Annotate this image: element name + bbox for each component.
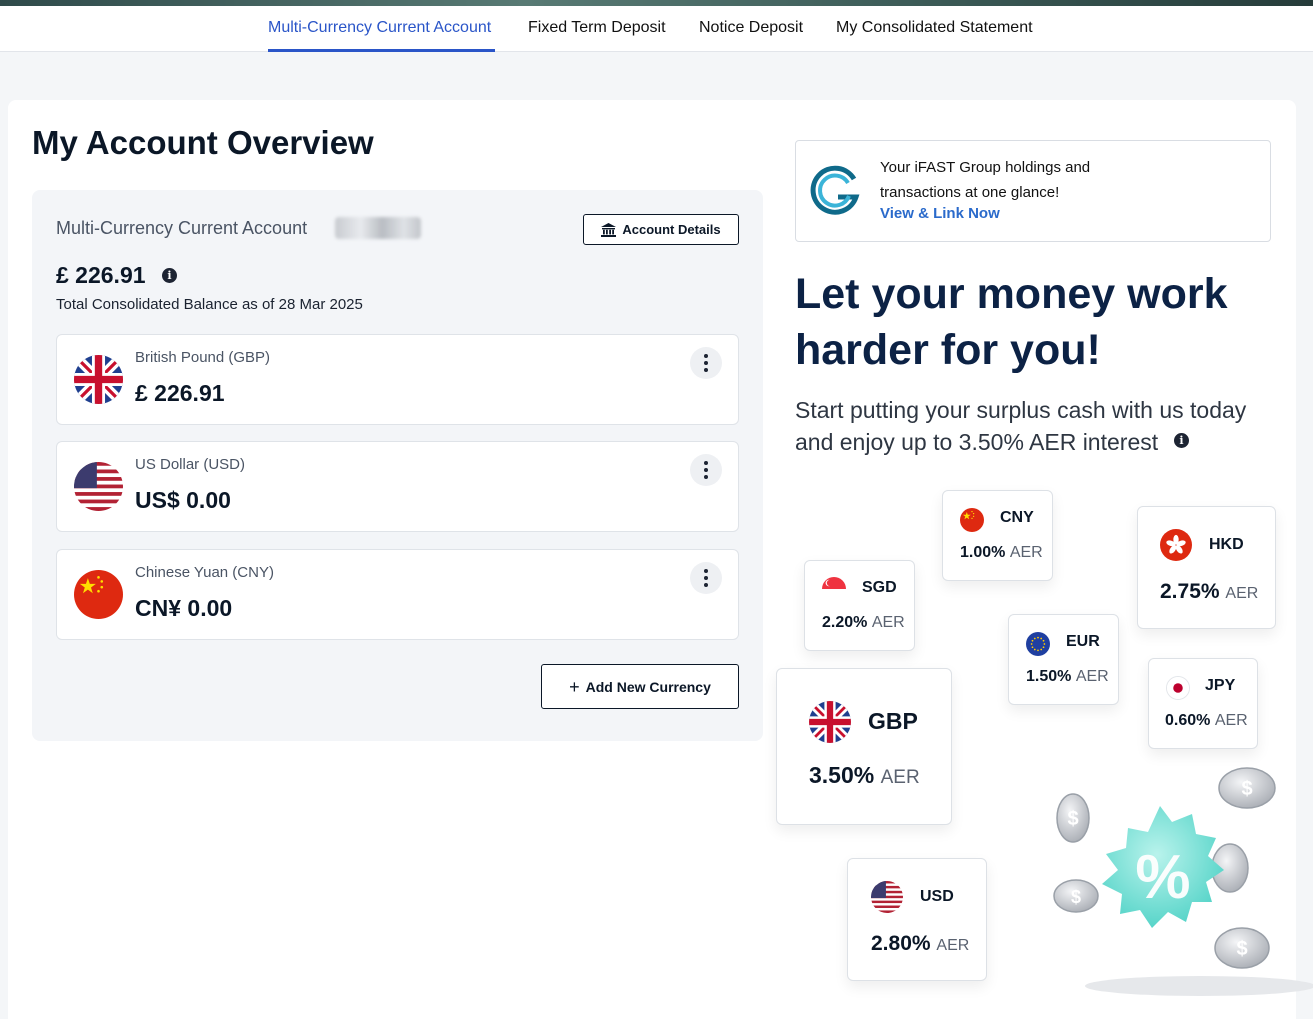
page-title: My Account Overview [32,124,374,161]
currency-label: British Pound (GBP) [135,349,271,366]
tab-my-consolidated-statement[interactable]: My Consolidated Statement [836,19,1033,37]
rate-card-jpy: JPY 0.60% AER [1148,658,1258,749]
aer-label: AER [880,767,920,788]
subheadline-line: Start putting your surplus cash with us … [795,397,1247,423]
rate-code: USD [920,888,954,905]
rate-value: 1.50% AER [1026,668,1109,686]
us-flag-icon [74,462,123,511]
svg-text:$: $ [1067,808,1078,830]
svg-text:%: % [1135,843,1190,912]
total-balance: £ 226.91 [56,262,146,288]
svg-text:$: $ [1236,938,1247,960]
rate-card-gbp: GBP 3.50% AER [776,668,952,825]
promo-text: Your iFAST Group holdings and transactio… [880,155,1090,205]
rate-percent: 2.20% [822,614,868,631]
more-options-icon[interactable] [690,562,722,594]
hk-flag-icon [1160,529,1192,561]
rate-card-usd: USD 2.80% AER [847,858,987,981]
jp-flag-icon [1166,676,1190,700]
uk-flag-icon [809,701,851,743]
add-new-currency-button[interactable]: + Add New Currency [541,664,739,709]
eu-flag-icon [1026,632,1050,656]
info-icon[interactable]: i [162,268,177,283]
tab-fixed-term-deposit[interactable]: Fixed Term Deposit [528,19,666,37]
currency-amount: US$ 0.00 [135,487,231,513]
cn-flag-icon [74,570,123,619]
currency-amount: £ 226.91 [135,380,225,406]
headline-line: harder for you! [795,326,1101,374]
rate-percent: 1.00% [960,544,1006,561]
cn-flag-icon [960,508,984,532]
rate-code: EUR [1066,633,1100,650]
aer-label: AER [871,614,905,631]
promo-subheadline: Start putting your surplus cash with us … [795,394,1246,458]
currency-label: Chinese Yuan (CNY) [135,564,274,581]
percent-coins-illustration: $ $ $ $ % [1053,767,1313,996]
active-tab-indicator [268,49,495,52]
rate-percent: 0.60% [1165,712,1211,729]
tab-notice-deposit[interactable]: Notice Deposit [699,19,803,37]
rate-value: 0.60% AER [1165,712,1248,730]
balance-subtitle: Total Consolidated Balance as of 28 Mar … [56,296,363,313]
ifast-logo-icon [810,165,860,215]
currency-amount: CN¥ 0.00 [135,595,233,621]
aer-label: AER [936,937,970,954]
currency-card-cny[interactable]: Chinese Yuan (CNY) CN¥ 0.00 [56,549,739,640]
sg-flag-icon [822,577,846,601]
currency-card-gbp[interactable]: British Pound (GBP) £ 226.91 [56,334,739,425]
aer-label: AER [1214,712,1248,729]
redacted-account-number [335,217,421,239]
promo-headline: Let your money work harder for you! [795,266,1227,378]
top-nav: Multi-Currency Current Account Fixed Ter… [0,6,1313,52]
rate-percent: 2.75% [1160,580,1220,603]
more-options-icon[interactable] [690,347,722,379]
add-new-currency-label: Add New Currency [585,678,711,695]
rate-percent: 1.50% [1026,668,1072,685]
aer-label: AER [1225,585,1259,602]
plus-icon: + [569,676,580,697]
rate-card-eur: EUR 1.50% AER [1008,614,1119,705]
rate-value: 2.80% AER [871,932,969,956]
promo-text-line: Your iFAST Group holdings and [880,159,1091,176]
more-options-icon[interactable] [690,454,722,486]
currency-label: US Dollar (USD) [135,456,246,473]
ifast-promo-card: Your iFAST Group holdings and transactio… [795,140,1271,242]
svg-text:$: $ [1241,778,1252,800]
headline-line: Let your money work [795,270,1228,318]
rate-card-hkd: HKD 2.75% AER [1137,506,1276,629]
rate-code: JPY [1205,677,1236,694]
rate-value: 3.50% AER [809,762,920,789]
account-details-button[interactable]: Account Details [583,214,739,245]
rate-percent: 3.50% [809,762,875,788]
bank-icon [601,222,617,237]
promo-text-line: transactions at one glance! [880,184,1060,201]
rate-card-sgd: SGD 2.20% AER [804,560,915,651]
us-flag-icon [871,881,903,913]
rate-value: 2.20% AER [822,614,905,632]
aer-label: AER [1009,544,1043,561]
info-icon[interactable]: i [1174,433,1189,448]
rate-code: SGD [862,579,897,596]
uk-flag-icon [74,355,123,404]
view-link-now-link[interactable]: View & Link Now [880,205,1000,222]
account-details-label: Account Details [622,222,721,237]
tab-multi-currency-current-account[interactable]: Multi-Currency Current Account [268,19,491,37]
rate-code: HKD [1209,536,1244,553]
rate-code: GBP [868,708,918,734]
rate-percent: 2.80% [871,932,931,955]
rate-card-cny: CNY 1.00% AER [942,490,1053,581]
aer-label: AER [1075,668,1109,685]
currency-card-usd[interactable]: US Dollar (USD) US$ 0.00 [56,441,739,532]
rate-code: CNY [1000,509,1034,526]
rate-value: 2.75% AER [1160,580,1258,604]
svg-text:$: $ [1071,887,1081,907]
account-name: Multi-Currency Current Account [56,218,308,238]
rate-value: 1.00% AER [960,544,1043,562]
